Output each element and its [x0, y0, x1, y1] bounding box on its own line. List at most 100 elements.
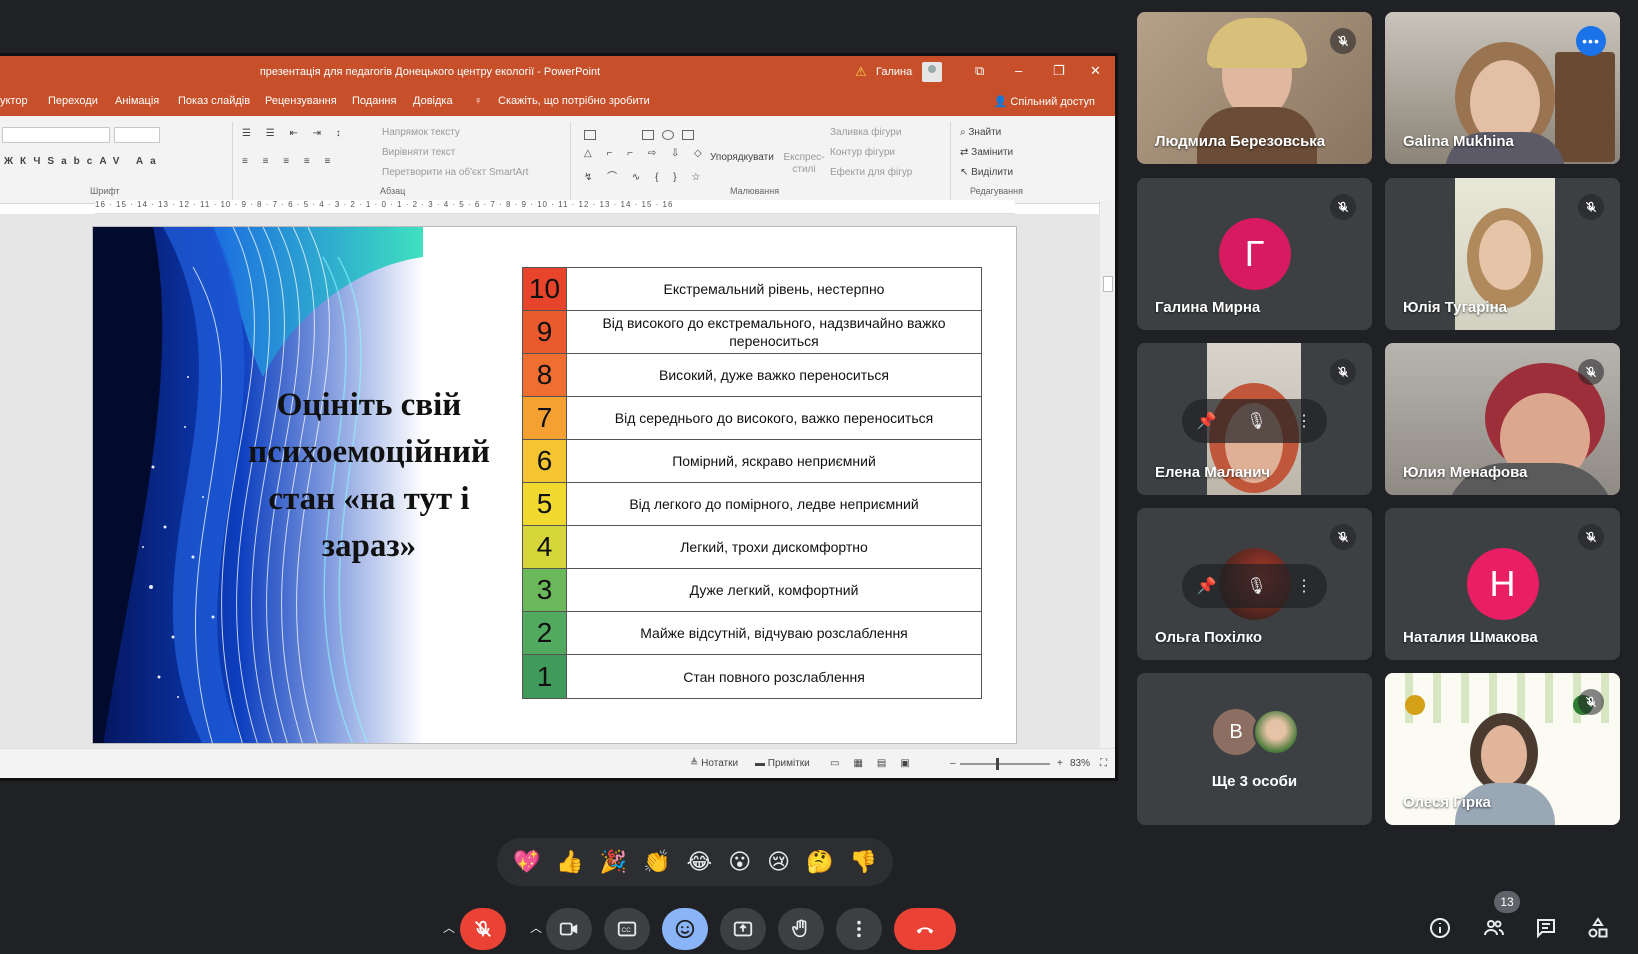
reaction-thumbs-up-icon[interactable]: 👍: [556, 849, 583, 875]
reaction-clap-icon[interactable]: 👏: [643, 849, 670, 875]
notes-button[interactable]: ≜ Нотатки: [690, 758, 738, 769]
slide-heading: Оцініть свій психоемоційний стан «на тут…: [248, 387, 490, 564]
people-button[interactable]: [1478, 912, 1510, 944]
pin-icon[interactable]: 📌: [1197, 576, 1217, 596]
reaction-thinking-icon[interactable]: 🤔: [806, 849, 833, 875]
share-button[interactable]: 👤 Спільний доступ: [994, 95, 1095, 108]
shape-outline[interactable]: Контур фігури: [830, 147, 895, 158]
menu-animation[interactable]: Анімація: [115, 95, 159, 107]
view-mode-icons[interactable]: ▭▦▤▣: [830, 758, 924, 769]
minimize-icon[interactable]: –: [1015, 63, 1022, 78]
participant-tile-active-speaker[interactable]: ••• Galina Mukhina: [1385, 12, 1620, 164]
menu-help[interactable]: Довідка: [413, 95, 453, 107]
scale-level-description: Від легкого до помірного, ледве неприємн…: [629, 496, 919, 512]
zoom-slider[interactable]: [960, 763, 1050, 765]
activities-button[interactable]: [1582, 912, 1614, 944]
menu-slideshow[interactable]: Показ слайдів: [178, 95, 250, 107]
emoji-reactions-button[interactable]: [662, 908, 708, 950]
select-button[interactable]: ↖ Виділити: [960, 167, 1013, 178]
ribbon-display-icon[interactable]: ⧉: [975, 63, 984, 79]
align-text[interactable]: Вирівняти текст: [382, 147, 455, 158]
participant-name: Елена Маланич: [1155, 464, 1271, 481]
speaking-indicator-icon: •••: [1576, 26, 1606, 56]
fit-slide-icon[interactable]: ⛶: [1100, 758, 1107, 769]
mute-participant-icon[interactable]: 🎙: [1246, 411, 1266, 431]
participant-tile[interactable]: 📌 🎙 ⋮ Ольга Похілко: [1137, 508, 1372, 660]
reaction-laugh-icon[interactable]: 😂: [687, 849, 713, 875]
menu-review[interactable]: Рецензування: [265, 95, 337, 107]
participant-tile[interactable]: Юлия Менафова: [1385, 343, 1620, 495]
ppt-titlebar: презентація для педагогів Донецького цен…: [0, 56, 1115, 89]
tell-me-search[interactable]: Скажіть, що потрібно зробити: [498, 95, 650, 107]
font-size-box[interactable]: [114, 127, 160, 143]
participant-tile[interactable]: Людмила Березовська: [1137, 12, 1372, 164]
select-label: Виділити: [971, 167, 1014, 178]
zoom-in-button[interactable]: +: [1057, 758, 1063, 769]
zoom-level[interactable]: 83%: [1070, 758, 1090, 769]
chevron-up-icon[interactable]: ︿: [530, 919, 542, 936]
participant-tile[interactable]: Олеся Гірка: [1385, 673, 1620, 825]
camera-toggle-button[interactable]: [546, 908, 592, 950]
font-name-box[interactable]: [2, 127, 110, 143]
more-options-icon[interactable]: ⋮: [1296, 411, 1312, 431]
participant-name: Олеся Гірка: [1403, 794, 1491, 811]
text-direction[interactable]: Напрямок тексту: [382, 127, 460, 138]
zoom-out-button[interactable]: –: [950, 758, 956, 769]
more-participants-tile[interactable]: В Ще 3 особи: [1137, 673, 1372, 825]
leave-call-button[interactable]: [894, 908, 956, 950]
meeting-details-button[interactable]: [1424, 912, 1456, 944]
ppt-user-name[interactable]: Галина: [876, 66, 912, 78]
list-icons[interactable]: ☰ ☰ ⇤ ⇥ ↕: [242, 128, 347, 139]
shapes-row-3: ↯ ⌒ ∿ { } ☆: [584, 172, 707, 183]
participant-tile[interactable]: Юлія Тугаріна: [1385, 178, 1620, 330]
reaction-surprised-icon[interactable]: 😮: [728, 849, 751, 875]
chat-button[interactable]: [1530, 912, 1562, 944]
replace-button[interactable]: ⇄ Замінити: [960, 147, 1013, 158]
font-format-icons[interactable]: ЖКЧSabcAV Aa: [4, 156, 163, 167]
captions-button[interactable]: CC: [604, 908, 650, 950]
find-button[interactable]: ⌕ Знайти: [960, 127, 1001, 138]
zoom-slider-thumb[interactable]: [996, 758, 999, 770]
reaction-heart-icon[interactable]: 💖: [513, 849, 540, 875]
drawing-group-label: Малювання: [730, 186, 780, 196]
reaction-sad-icon[interactable]: 😢: [767, 849, 790, 875]
menu-view[interactable]: Подання: [352, 95, 396, 107]
chevron-up-icon[interactable]: ︿: [443, 919, 455, 936]
participant-name: Юлія Тугаріна: [1403, 299, 1507, 316]
share-label: Спільний доступ: [1010, 96, 1095, 108]
slide[interactable]: Оцініть свій психоемоційний стан «на тут…: [92, 226, 1017, 744]
shape-effects[interactable]: Ефекти для фігур: [830, 167, 912, 178]
scale-level-description: Легкий, трохи дискомфортно: [680, 539, 868, 555]
shape-fill[interactable]: Заливка фігури: [830, 127, 901, 138]
restore-icon[interactable]: ❐: [1053, 63, 1065, 79]
mic-toggle-button[interactable]: [460, 908, 506, 950]
participant-tile[interactable]: Н Наталия Шмакова: [1385, 508, 1620, 660]
comments-label: Примітки: [767, 758, 810, 769]
quick-styles-button[interactable]: Експрес-стилі: [782, 152, 826, 176]
slide-canvas: Оцініть свій психоемоційний стан «на тут…: [0, 214, 1100, 750]
reaction-thumbs-down-icon[interactable]: 👎: [849, 849, 876, 875]
align-icons[interactable]: ≡ ≡ ≡ ≡ ≡: [242, 156, 336, 167]
hand-icon: [791, 919, 807, 938]
participant-tile[interactable]: 📌 🎙 ⋮ Елена Маланич: [1137, 343, 1372, 495]
info-icon: [1430, 918, 1450, 938]
reaction-party-icon[interactable]: 🎉: [600, 849, 627, 875]
user-avatar-icon[interactable]: [922, 62, 942, 82]
convert-smartart[interactable]: Перетворити на об'єкт SmartArt: [382, 167, 528, 178]
vertical-scrollbar[interactable]: [1099, 201, 1115, 751]
comments-button[interactable]: ▬ Примітки: [755, 758, 810, 769]
menu-transitions[interactable]: Переходи: [48, 95, 98, 107]
arrange-button[interactable]: Упорядкувати: [710, 152, 774, 163]
more-options-button[interactable]: [836, 908, 882, 950]
scale-level-number: 9: [523, 311, 567, 353]
menu-design[interactable]: уктор: [0, 95, 28, 107]
present-screen-button[interactable]: [720, 908, 766, 950]
pin-icon[interactable]: 📌: [1197, 411, 1217, 431]
scale-row: 7 Від середнього до високого, важко перен…: [523, 397, 981, 440]
more-options-icon[interactable]: ⋮: [1296, 576, 1312, 596]
close-icon[interactable]: ✕: [1090, 63, 1101, 79]
raise-hand-button[interactable]: [778, 908, 824, 950]
mute-participant-icon[interactable]: 🎙: [1246, 576, 1266, 596]
ppt-statusbar: ≜ Нотатки ▬ Примітки ▭▦▤▣ – + 83% ⛶: [0, 748, 1115, 778]
participant-tile[interactable]: Г Галина Мирна: [1137, 178, 1372, 330]
